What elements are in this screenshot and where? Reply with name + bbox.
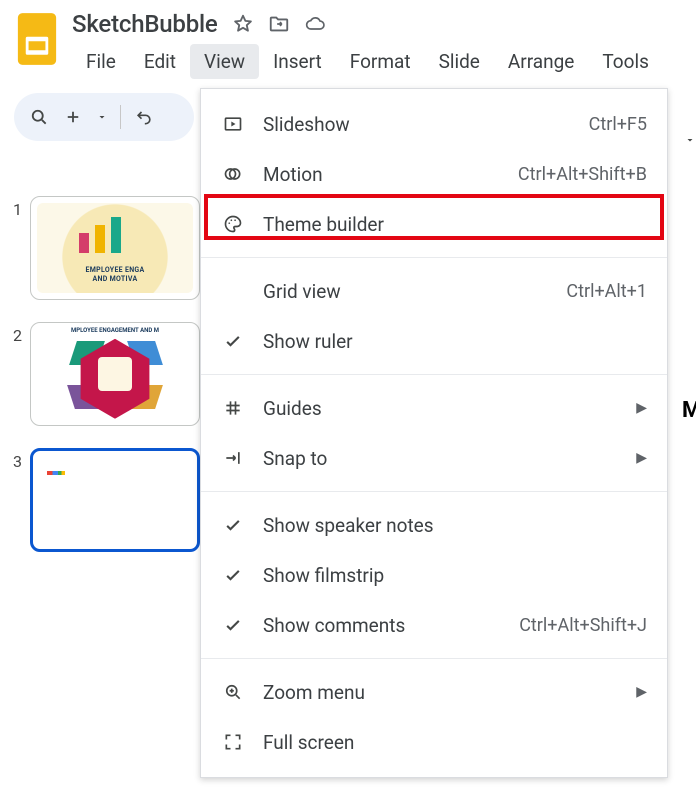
menu-separator bbox=[201, 374, 667, 375]
submenu-arrow-icon: ▶ bbox=[636, 400, 647, 416]
menu-item-guides[interactable]: Guides ▶ bbox=[201, 383, 667, 433]
search-icon[interactable] bbox=[28, 106, 50, 128]
menu-format[interactable]: Format bbox=[336, 44, 425, 79]
menu-insert[interactable]: Insert bbox=[259, 44, 336, 79]
slide-number: 2 bbox=[8, 322, 22, 345]
slide-row[interactable]: 2 MPLOYEE ENGAGEMENT AND M bbox=[8, 322, 200, 426]
doc-title[interactable]: SketchBubble bbox=[72, 10, 218, 38]
menu-item-full-screen[interactable]: Full screen bbox=[201, 717, 667, 767]
menu-separator bbox=[201, 257, 667, 258]
menu-item-slideshow[interactable]: Slideshow Ctrl+F5 bbox=[201, 99, 667, 149]
menu-item-snap-to[interactable]: Snap to ▶ bbox=[201, 433, 667, 483]
move-to-folder-icon[interactable] bbox=[268, 13, 290, 35]
cloud-status-icon[interactable] bbox=[304, 13, 326, 35]
new-slide-dropdown-icon[interactable] bbox=[96, 106, 108, 128]
menu-edit[interactable]: Edit bbox=[130, 44, 190, 79]
check-icon bbox=[221, 513, 245, 537]
menu-slide[interactable]: Slide bbox=[425, 44, 494, 79]
menu-arrange[interactable]: Arrange bbox=[494, 44, 588, 79]
menu-item-show-comments[interactable]: Show comments Ctrl+Alt+Shift+J bbox=[201, 600, 667, 650]
canvas-edge-text: M bbox=[682, 398, 696, 423]
slides-logo-icon[interactable] bbox=[16, 12, 58, 66]
zoom-icon bbox=[221, 680, 245, 704]
menu-item-theme-builder[interactable]: Theme builder bbox=[201, 199, 667, 249]
menu-tools[interactable]: Tools bbox=[588, 44, 663, 79]
thumb-caption: EMPLOYEE ENGA AND MOTIVA bbox=[31, 266, 199, 283]
title-bar: SketchBubble File Edit View Insert Forma… bbox=[0, 0, 696, 79]
check-icon bbox=[221, 329, 245, 353]
menu-item-show-ruler[interactable]: Show ruler bbox=[201, 316, 667, 366]
grid-icon bbox=[221, 396, 245, 420]
menu-item-grid-view[interactable]: Grid view Ctrl+Alt+1 bbox=[201, 266, 667, 316]
menu-separator bbox=[201, 658, 667, 659]
menu-view[interactable]: View bbox=[190, 44, 259, 79]
toolbar bbox=[14, 93, 194, 141]
slide-thumbnail-1[interactable]: EMPLOYEE ENGA AND MOTIVA bbox=[30, 196, 200, 300]
slide-row[interactable]: 1 EMPLOYEE ENGA AND MOTIVA bbox=[8, 196, 200, 300]
slide-row[interactable]: 3 bbox=[8, 448, 200, 552]
menu-item-show-speaker-notes[interactable]: Show speaker notes bbox=[201, 500, 667, 550]
new-slide-icon[interactable] bbox=[62, 106, 84, 128]
check-icon bbox=[221, 613, 245, 637]
snap-icon bbox=[221, 446, 245, 470]
submenu-arrow-icon: ▶ bbox=[636, 684, 647, 700]
motion-icon bbox=[221, 162, 245, 186]
menu-file[interactable]: File bbox=[72, 44, 130, 79]
submenu-arrow-icon: ▶ bbox=[636, 450, 647, 466]
undo-icon[interactable] bbox=[133, 106, 155, 128]
slideshow-icon bbox=[221, 112, 245, 136]
star-icon[interactable] bbox=[232, 13, 254, 35]
slide-number: 3 bbox=[8, 448, 22, 471]
slide-thumbnail-3[interactable] bbox=[30, 448, 200, 552]
view-menu-dropdown: Slideshow Ctrl+F5 Motion Ctrl+Alt+Shift+… bbox=[200, 88, 668, 778]
menu-separator bbox=[201, 491, 667, 492]
slide-thumbnail-2[interactable]: MPLOYEE ENGAGEMENT AND M bbox=[30, 322, 200, 426]
check-icon bbox=[221, 563, 245, 587]
fullscreen-icon bbox=[221, 730, 245, 754]
chevron-down-icon[interactable] bbox=[684, 120, 696, 160]
menu-item-show-filmstrip[interactable]: Show filmstrip bbox=[201, 550, 667, 600]
menu-item-motion[interactable]: Motion Ctrl+Alt+Shift+B bbox=[201, 149, 667, 199]
menu-bar: File Edit View Insert Format Slide Arran… bbox=[72, 44, 663, 79]
slide-filmstrip: 1 EMPLOYEE ENGA AND MOTIVA 2 MPLOYEE ENG… bbox=[8, 196, 200, 552]
blank-icon bbox=[221, 279, 245, 303]
palette-icon bbox=[221, 212, 245, 236]
toolbar-separator bbox=[120, 105, 121, 129]
menu-item-zoom-menu[interactable]: Zoom menu ▶ bbox=[201, 667, 667, 717]
slide-number: 1 bbox=[8, 196, 22, 219]
